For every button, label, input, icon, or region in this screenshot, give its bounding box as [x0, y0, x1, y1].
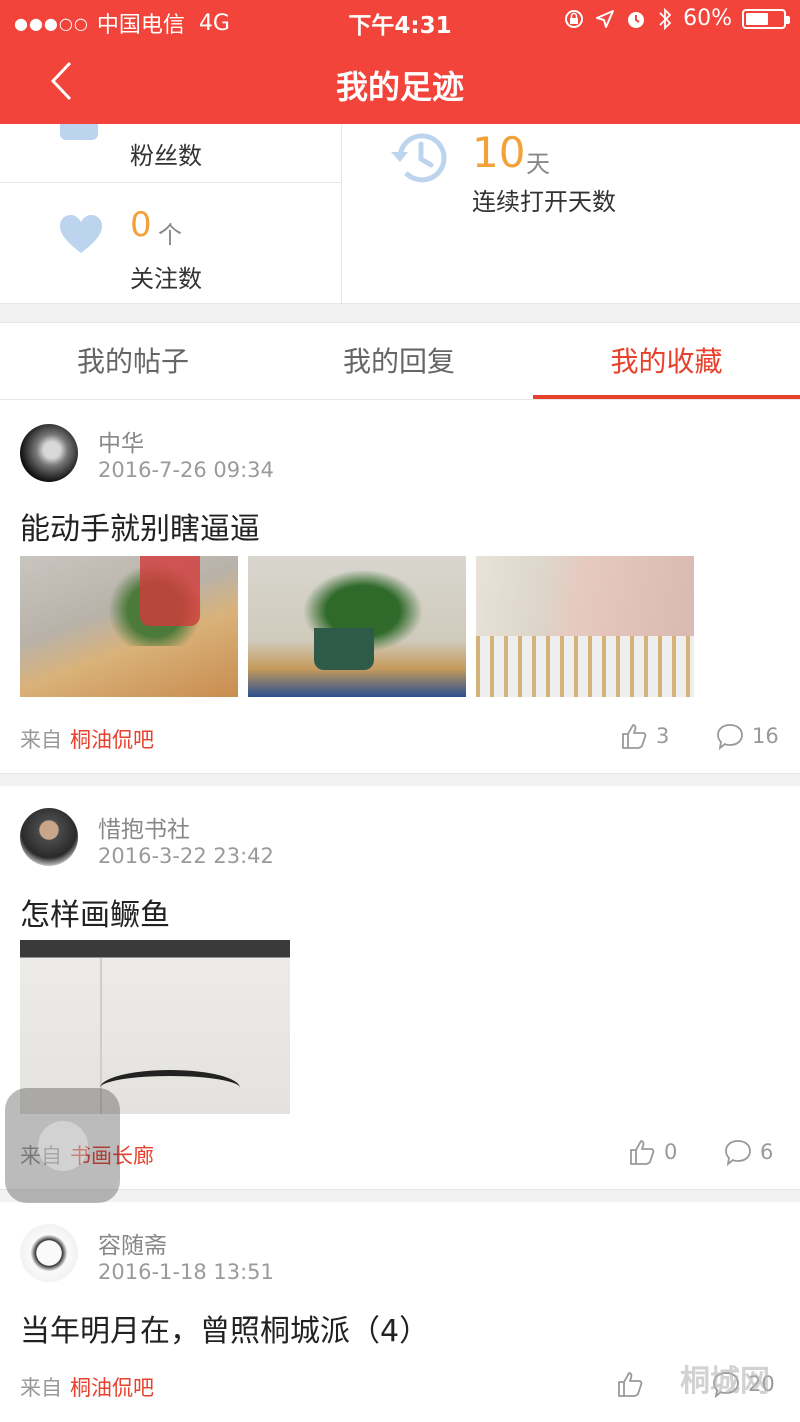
header: ●●●○○ 中国电信 4G 下午4:31 60% 我的足迹: [0, 0, 800, 124]
avatar[interactable]: [20, 1224, 78, 1282]
follow-label: 关注数: [130, 265, 202, 293]
avatar[interactable]: [20, 424, 78, 482]
post-title[interactable]: 当年明月在，曾照桐城派（4）: [20, 1306, 429, 1350]
battery-icon: [742, 8, 790, 29]
tab-my-posts[interactable]: 我的帖子: [0, 323, 266, 401]
watermark: 桐城网: [680, 1364, 770, 1399]
thumbs-up-icon: [630, 1140, 655, 1165]
days-stat[interactable]: 10 天 连续打开天数: [342, 124, 800, 304]
follow-unit: 个: [158, 221, 182, 249]
post-image[interactable]: [248, 556, 466, 697]
page-title: 我的足迹: [335, 68, 464, 106]
board-link[interactable]: 桐油侃吧: [70, 1376, 154, 1400]
avatar[interactable]: [20, 808, 78, 866]
post-title[interactable]: 怎样画鳜鱼: [20, 890, 170, 934]
like-count: 3: [656, 724, 670, 748]
thumbs-up-icon: [622, 724, 647, 749]
location-icon: [596, 9, 615, 28]
pot-shape: [314, 628, 374, 670]
assistive-touch-icon: [38, 1121, 88, 1171]
comment-count: 16: [752, 724, 779, 748]
alarm-icon: [628, 11, 645, 28]
board-link[interactable]: 桐油侃吧: [70, 728, 154, 752]
tab-my-replies[interactable]: 我的回复: [266, 323, 532, 401]
post-source: 来自 桐油侃吧: [20, 724, 154, 754]
like-button[interactable]: 3: [620, 722, 669, 750]
like-count: 0: [664, 1140, 678, 1164]
post-author[interactable]: 容随斋: [98, 1226, 167, 1260]
post-title[interactable]: 能动手就别瞎逼逼: [20, 504, 260, 548]
status-bar: ●●●○○ 中国电信 4G 下午4:31 60%: [0, 0, 800, 40]
stats-panel: 粉丝数 0 个 关注数 10 天 连续打开天数: [0, 124, 800, 304]
rack-shape: [476, 636, 694, 697]
post-date: 2016-1-18 13:51: [98, 1260, 274, 1284]
days-count: 10: [472, 128, 526, 177]
post-date: 2016-3-22 23:42: [98, 844, 274, 868]
active-tab-indicator: [533, 395, 800, 399]
battery-percent: 60%: [683, 6, 732, 31]
days-unit: 天: [526, 150, 550, 178]
post-image[interactable]: [476, 556, 694, 697]
comment-icon: [717, 724, 743, 750]
tab-my-favorites[interactable]: 我的收藏: [533, 323, 800, 401]
fans-label: 粉丝数: [130, 142, 202, 170]
like-button[interactable]: [616, 1370, 652, 1398]
post-author[interactable]: 惜抱书社: [98, 810, 190, 844]
post-image[interactable]: [20, 556, 238, 697]
post-source: 来自 桐油侃吧: [20, 1372, 154, 1402]
history-clock-icon: [391, 133, 447, 183]
battery-level: [746, 12, 768, 25]
post-card[interactable]: 中华 2016-7-26 09:34 能动手就别瞎逼逼 来自 桐油侃吧 3 16: [0, 400, 800, 774]
days-label: 连续打开天数: [472, 188, 616, 216]
fans-icon: [60, 124, 98, 140]
thumbs-up-icon: [618, 1372, 643, 1397]
tab-bar: 我的帖子 我的回复 我的收藏: [0, 322, 800, 400]
comment-count: 6: [760, 1140, 774, 1164]
assistive-touch-button[interactable]: [5, 1088, 120, 1203]
source-prefix: 来自: [20, 1376, 62, 1400]
heart-icon: [60, 215, 102, 253]
follow-count: 0: [130, 205, 152, 245]
comment-icon: [725, 1140, 751, 1166]
bucket-shape: [140, 556, 200, 626]
follow-stat[interactable]: 0 个 关注数: [0, 183, 341, 304]
bluetooth-icon: [659, 7, 672, 30]
comment-button[interactable]: 16: [716, 722, 779, 750]
post-card[interactable]: 惜抱书社 2016-3-22 23:42 怎样画鳜鱼 来自 书画长廊 0 6: [0, 786, 800, 1190]
source-prefix: 来自: [20, 728, 62, 752]
fans-stat[interactable]: 粉丝数: [0, 124, 341, 182]
rotation-lock-icon: [565, 9, 584, 28]
like-button[interactable]: 0: [628, 1138, 677, 1166]
fish-drawing: [100, 1070, 240, 1106]
nav-bar: 我的足迹: [0, 40, 800, 124]
post-date: 2016-7-26 09:34: [98, 458, 274, 482]
post-author[interactable]: 中华: [98, 424, 144, 458]
comment-button[interactable]: 6: [724, 1138, 773, 1166]
